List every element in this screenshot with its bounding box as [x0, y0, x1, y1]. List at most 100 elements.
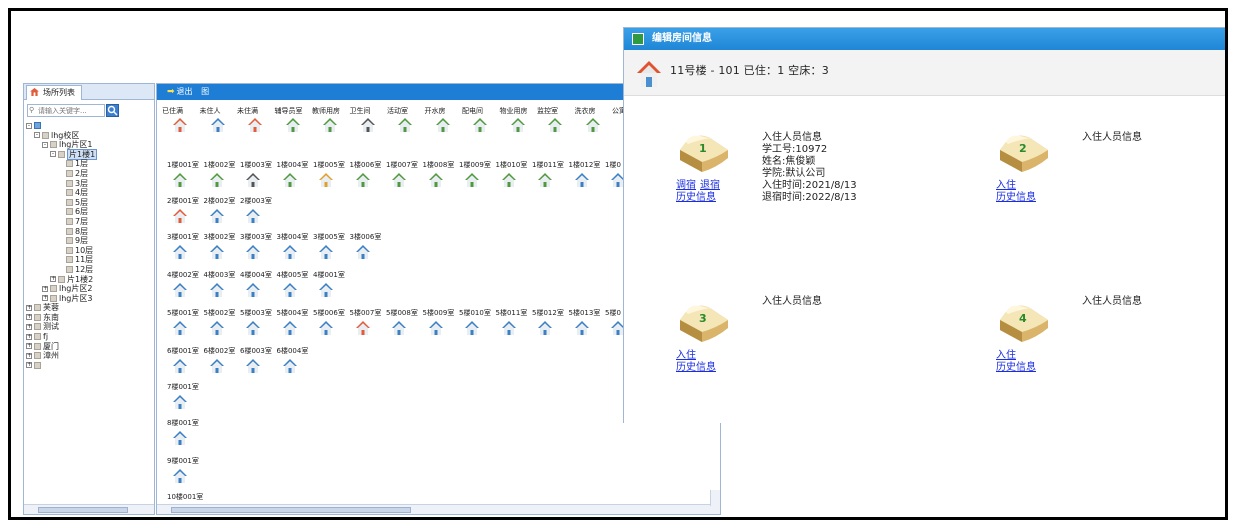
- tree-node[interactable]: 4层: [26, 188, 154, 198]
- expand-toggle-icon[interactable]: +: [26, 362, 32, 369]
- collapse-toggle-icon[interactable]: -: [42, 141, 48, 148]
- room-house-icon[interactable]: [172, 430, 188, 446]
- tree-node[interactable]: + fj: [26, 332, 154, 342]
- room-house-icon[interactable]: [537, 320, 553, 336]
- expand-toggle-icon[interactable]: +: [26, 352, 32, 359]
- room-house-icon[interactable]: [209, 208, 225, 224]
- bed-action-link[interactable]: 调宿: [676, 180, 696, 191]
- room-house-icon[interactable]: [245, 208, 261, 224]
- collapse-toggle-icon[interactable]: -: [34, 132, 40, 139]
- room-map-horizontal-scrollbar[interactable]: [157, 504, 720, 514]
- room-house-icon[interactable]: [209, 282, 225, 298]
- tree-node[interactable]: - lhg校区: [26, 131, 154, 141]
- room-house-icon[interactable]: [172, 320, 188, 336]
- room-map-vertical-scrollbar[interactable]: [710, 490, 720, 506]
- room-house-icon[interactable]: [282, 172, 298, 188]
- tree-node[interactable]: 11层: [26, 255, 154, 265]
- room-house-icon[interactable]: [209, 320, 225, 336]
- tab-location-list[interactable]: 场所列表: [26, 85, 82, 100]
- expand-toggle-icon[interactable]: +: [26, 323, 32, 330]
- tree-node[interactable]: 7层: [26, 217, 154, 227]
- tree-node[interactable]: 3层: [26, 179, 154, 189]
- room-house-icon[interactable]: [209, 244, 225, 260]
- bed-action-link[interactable]: 入住: [996, 180, 1016, 191]
- tree-node[interactable]: + 片1楼2: [26, 275, 154, 285]
- room-house-icon[interactable]: [428, 172, 444, 188]
- expand-toggle-icon[interactable]: +: [42, 285, 48, 292]
- tree-node[interactable]: -: [26, 121, 154, 131]
- room-house-icon[interactable]: [209, 172, 225, 188]
- tree-node[interactable]: + 厦门: [26, 342, 154, 352]
- room-house-icon[interactable]: [318, 244, 334, 260]
- room-house-icon[interactable]: [318, 172, 334, 188]
- room-house-icon[interactable]: [355, 244, 371, 260]
- expand-toggle-icon[interactable]: +: [26, 304, 32, 311]
- room-house-icon[interactable]: [172, 172, 188, 188]
- room-house-icon[interactable]: [282, 358, 298, 374]
- tree-node[interactable]: 1层: [26, 159, 154, 169]
- room-house-icon[interactable]: [391, 320, 407, 336]
- tree-node[interactable]: 9层: [26, 236, 154, 246]
- bed-action-link[interactable]: 入住: [676, 350, 696, 361]
- expand-toggle-icon[interactable]: +: [50, 276, 56, 282]
- room-house-icon[interactable]: [172, 282, 188, 298]
- expand-toggle-icon[interactable]: +: [26, 333, 32, 340]
- room-house-icon[interactable]: [172, 358, 188, 374]
- tree-node[interactable]: + lhg片区2: [26, 284, 154, 294]
- room-house-icon[interactable]: [501, 320, 517, 336]
- room-house-icon[interactable]: [209, 358, 225, 374]
- bed-action-link[interactable]: 历史信息: [676, 362, 716, 373]
- room-house-icon[interactable]: [537, 172, 553, 188]
- tree-search-input[interactable]: [27, 104, 105, 117]
- tree-node[interactable]: 10层: [26, 246, 154, 256]
- tree-node[interactable]: +: [26, 361, 154, 371]
- room-house-icon[interactable]: [172, 468, 188, 484]
- tree-node[interactable]: 6层: [26, 207, 154, 217]
- bed-action-link[interactable]: 退宿: [700, 180, 720, 191]
- bed-action-link[interactable]: 历史信息: [676, 192, 716, 203]
- collapse-toggle-icon[interactable]: -: [26, 122, 32, 129]
- tree-horizontal-scrollbar[interactable]: [24, 504, 154, 514]
- room-house-icon[interactable]: [574, 320, 590, 336]
- room-house-icon[interactable]: [245, 320, 261, 336]
- room-house-icon[interactable]: [245, 282, 261, 298]
- room-house-icon[interactable]: [245, 358, 261, 374]
- exit-button[interactable]: ➡ 退出: [167, 87, 193, 97]
- scrollbar-thumb[interactable]: [171, 507, 411, 513]
- bed-action-link[interactable]: 历史信息: [996, 362, 1036, 373]
- tree-node[interactable]: - 片1楼1: [26, 148, 154, 160]
- room-house-icon[interactable]: [355, 320, 371, 336]
- expand-toggle-icon[interactable]: +: [26, 314, 32, 321]
- room-house-icon[interactable]: [245, 172, 261, 188]
- room-house-icon[interactable]: [282, 282, 298, 298]
- room-house-icon[interactable]: [464, 172, 480, 188]
- tree-node[interactable]: + 漳州: [26, 351, 154, 361]
- tree-node[interactable]: 5层: [26, 198, 154, 208]
- room-house-icon[interactable]: [574, 172, 590, 188]
- tree-search-button[interactable]: [106, 104, 119, 117]
- room-house-icon[interactable]: [355, 172, 371, 188]
- room-house-icon[interactable]: [501, 172, 517, 188]
- expand-toggle-icon[interactable]: +: [26, 343, 32, 350]
- room-house-icon[interactable]: [391, 172, 407, 188]
- room-house-icon[interactable]: [282, 320, 298, 336]
- room-house-icon[interactable]: [172, 208, 188, 224]
- tree-node[interactable]: + 芙蓉: [26, 303, 154, 313]
- dialog-title-bar[interactable]: 编辑房间信息: [624, 28, 1225, 50]
- room-house-icon[interactable]: [245, 244, 261, 260]
- room-house-icon[interactable]: [172, 394, 188, 410]
- tree-node[interactable]: 12层: [26, 265, 154, 275]
- expand-toggle-icon[interactable]: +: [42, 295, 48, 302]
- tree-node[interactable]: 2层: [26, 169, 154, 179]
- room-house-icon[interactable]: [464, 320, 480, 336]
- tree-node[interactable]: 8层: [26, 227, 154, 237]
- room-house-icon[interactable]: [318, 320, 334, 336]
- map-toggle-button[interactable]: 图: [201, 87, 209, 96]
- room-house-icon[interactable]: [172, 244, 188, 260]
- room-house-icon[interactable]: [428, 320, 444, 336]
- bed-action-link[interactable]: 入住: [996, 350, 1016, 361]
- tree-node[interactable]: + 测试: [26, 322, 154, 332]
- tree-node[interactable]: + lhg片区3: [26, 294, 154, 304]
- collapse-toggle-icon[interactable]: -: [50, 151, 56, 158]
- bed-action-link[interactable]: 历史信息: [996, 192, 1036, 203]
